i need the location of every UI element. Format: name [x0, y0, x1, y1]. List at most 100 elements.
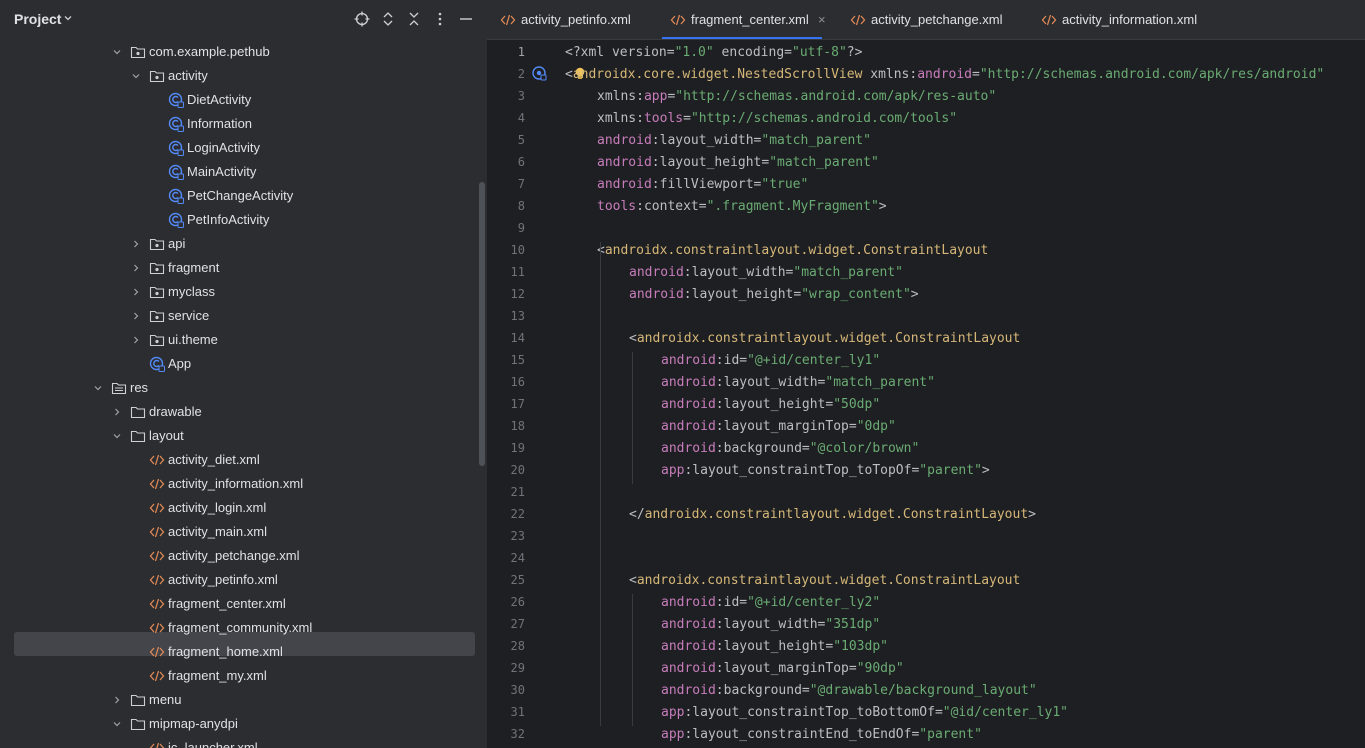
tree-item-file[interactable]: activity_main.xml [0, 520, 487, 544]
tree-item-folder[interactable]: api [0, 232, 487, 256]
code-token: "match_parent" [769, 155, 879, 170]
kotlin-class-icon [168, 164, 184, 180]
code-line: <androidx.constraintlayout.widget.Constr… [597, 243, 988, 258]
tree-item-label: menu [149, 692, 182, 707]
chevron-down-icon[interactable] [111, 430, 123, 442]
package-folder-icon [149, 310, 165, 323]
editor-gutter: 1 2 3 4 5 6 7 8 9 10 11 12 13 14 15 16 17 18 19 20 21 22 23 24 2… [487, 40, 562, 748]
folder-icon [130, 430, 146, 443]
active-tab-indicator [662, 37, 822, 39]
tab-label: activity_petinfo.xml [521, 12, 631, 27]
tree-item-folder[interactable]: mipmap-anydpi [0, 712, 487, 736]
tree-item-folder[interactable]: com.example.pethub [0, 40, 487, 64]
editor-tab[interactable]: activity_petchange.xml [850, 0, 1025, 39]
chevron-down-icon[interactable] [92, 382, 104, 394]
code-token: :context= [636, 199, 707, 214]
code-token: encoding= [713, 45, 792, 60]
xml-file-icon [850, 14, 866, 26]
tree-item-file[interactable]: activity_petchange.xml [0, 544, 487, 568]
chevron-right-icon[interactable] [111, 406, 123, 418]
hide-panel-icon[interactable] [457, 10, 475, 28]
chevron-down-icon[interactable] [111, 46, 123, 58]
xml-file-icon [149, 526, 165, 538]
line-number: 5 [517, 133, 525, 147]
tree-item-file[interactable]: activity_information.xml [0, 472, 487, 496]
code-token: androidx.core.widget.NestedScrollView [572, 67, 871, 82]
line-number: 23 [510, 529, 525, 543]
tree-item-folder[interactable]: activity [0, 64, 487, 88]
tab-label: activity_information.xml [1062, 12, 1198, 27]
tree-item-file[interactable]: activity_login.xml [0, 496, 487, 520]
line-number: 30 [510, 683, 525, 697]
tree-item-label: ic_launcher.xml [168, 740, 258, 748]
code-view[interactable]: <?xml version="1.0" encoding="utf-8"?> <a… [565, 40, 1365, 748]
expand-all-icon[interactable] [379, 10, 397, 28]
project-panel-header: Project [0, 0, 487, 39]
code-token: android [597, 177, 652, 192]
tree-item-folder[interactable]: res [0, 376, 487, 400]
chevron-right-icon[interactable] [130, 238, 142, 250]
tree-item-file[interactable]: fragment_my.xml [0, 664, 487, 688]
folder-icon [130, 406, 146, 419]
line-number: 12 [510, 287, 525, 301]
chevron-right-icon[interactable] [130, 310, 142, 322]
code-line: android:layout_width="match_parent" [629, 265, 903, 280]
chevron-down-icon[interactable] [130, 70, 142, 82]
xml-file-icon [149, 622, 165, 634]
line-number: 22 [510, 507, 525, 521]
xml-file-icon [149, 454, 165, 466]
folder-icon [130, 694, 146, 707]
editor-tab[interactable]: fragment_center.xml × [662, 0, 835, 39]
tree-item-file[interactable]: App [0, 352, 487, 376]
close-tab-icon[interactable]: × [818, 12, 826, 27]
project-tree-scrollbar[interactable] [479, 182, 485, 466]
tree-item-file[interactable]: MainActivity [0, 160, 487, 184]
tree-item-label: fragment_community.xml [168, 620, 313, 635]
more-options-icon[interactable] [431, 10, 449, 28]
chevron-down-icon[interactable] [62, 12, 74, 24]
code-line: android:layout_width="match_parent" [597, 133, 871, 148]
tree-item-label: fragment_my.xml [168, 668, 267, 683]
tree-item-file[interactable]: fragment_community.xml [0, 616, 487, 640]
tree-item-file[interactable]: activity_diet.xml [0, 448, 487, 472]
tree-item-file[interactable]: PetChangeActivity [0, 184, 487, 208]
chevron-down-icon[interactable] [111, 718, 123, 730]
tree-item-folder[interactable]: fragment [0, 256, 487, 280]
tree-item-file[interactable]: Information [0, 112, 487, 136]
chevron-right-icon[interactable] [130, 286, 142, 298]
project-tree: com.example.pethub activity DietActivity In… [0, 40, 487, 748]
tree-item-file[interactable]: DietActivity [0, 88, 487, 112]
tree-item-folder[interactable]: layout [0, 424, 487, 448]
code-token: xml version= [580, 45, 675, 60]
tree-item-folder[interactable]: drawable [0, 400, 487, 424]
layout-preview-gutter-icon[interactable] [531, 65, 547, 81]
tree-item-file[interactable]: ic_launcher.xml [0, 736, 487, 748]
folder-icon [130, 718, 146, 731]
editor-tab[interactable]: activity_information.xml [1041, 0, 1216, 39]
tree-item-file[interactable]: fragment_home.xml [0, 640, 487, 664]
tree-item-folder[interactable]: menu [0, 688, 487, 712]
line-number: 9 [517, 221, 525, 235]
code-line: <androidx.constraintlayout.widget.Constr… [629, 573, 1020, 588]
collapse-all-icon[interactable] [405, 10, 423, 28]
code-line: android:fillViewport="true" [597, 177, 808, 192]
tree-item-folder[interactable]: ui.theme [0, 328, 487, 352]
tree-item-file[interactable]: activity_petinfo.xml [0, 568, 487, 592]
tree-item-folder[interactable]: service [0, 304, 487, 328]
code-token: </ [629, 507, 645, 522]
project-view-title[interactable]: Project [14, 11, 61, 27]
project-panel: Project com.example.pethub activity DietAc… [0, 0, 487, 748]
tree-item-label: layout [149, 428, 184, 443]
editor-tab[interactable]: activity_petinfo.xml [500, 0, 665, 39]
chevron-right-icon[interactable] [111, 694, 123, 706]
tree-item-file[interactable]: LoginActivity [0, 136, 487, 160]
xml-file-icon [149, 502, 165, 514]
locate-icon[interactable] [353, 10, 371, 28]
tree-item-folder[interactable]: myclass [0, 280, 487, 304]
chevron-right-icon[interactable] [130, 262, 142, 274]
tree-item-label: myclass [168, 284, 215, 299]
tree-item-file[interactable]: fragment_center.xml [0, 592, 487, 616]
tree-item-file[interactable]: PetInfoActivity [0, 208, 487, 232]
code-token: app [661, 705, 685, 720]
chevron-right-icon[interactable] [130, 334, 142, 346]
